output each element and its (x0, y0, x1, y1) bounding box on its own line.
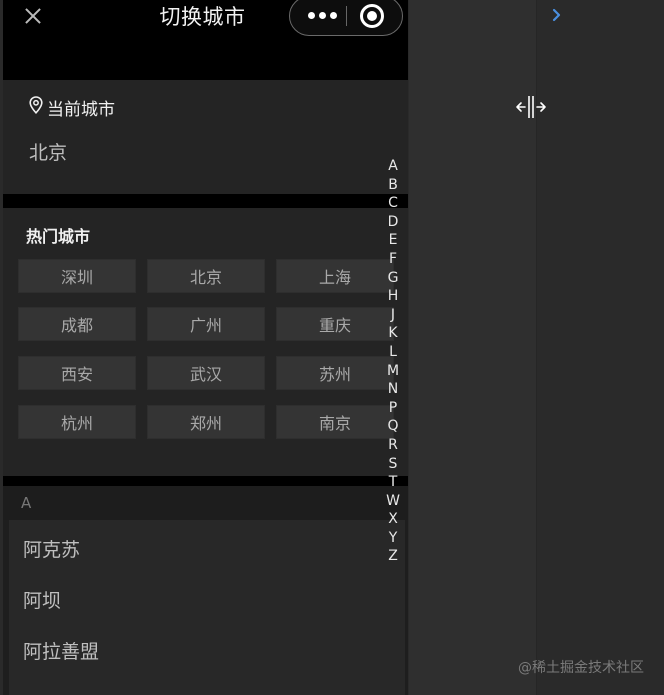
hot-city-button[interactable]: 上海 (276, 259, 394, 293)
list-item[interactable]: 阿克苏 (23, 535, 80, 562)
index-letter[interactable]: M (381, 362, 405, 381)
index-letter[interactable]: T (381, 473, 405, 492)
capsule-divider (346, 6, 347, 26)
hot-city-button[interactable]: 苏州 (276, 356, 394, 390)
hot-city-button[interactable]: 广州 (147, 307, 265, 341)
index-letter[interactable]: S (381, 455, 405, 474)
index-letter[interactable]: Y (381, 529, 405, 548)
index-letter[interactable]: D (381, 213, 405, 232)
mini-program-phone: 切换城市 当前城市 北京 热门城市 深圳 北京 上海 成都 广州 重庆 西安 武… (3, 0, 408, 695)
section-letter: A (21, 494, 32, 512)
index-letter[interactable]: W (381, 492, 405, 511)
hot-city-button[interactable]: 西安 (18, 356, 136, 390)
alphabet-index-bar: A B C D E F G H J K L M N P Q R S T W X … (381, 157, 405, 566)
chevron-right-icon[interactable] (550, 6, 564, 24)
resize-cursor-icon (516, 96, 546, 118)
hot-city-button[interactable]: 重庆 (276, 307, 394, 341)
hot-city-button[interactable]: 杭州 (18, 405, 136, 439)
current-city-value[interactable]: 北京 (29, 138, 67, 165)
devtools-side-panel (537, 0, 664, 695)
index-letter[interactable]: E (381, 231, 405, 250)
more-dots-icon[interactable] (308, 8, 338, 22)
index-letter[interactable]: Z (381, 547, 405, 566)
index-letter[interactable]: B (381, 176, 405, 195)
section-divider (3, 476, 408, 486)
capsule-menu (289, 0, 403, 36)
list-item[interactable]: 阿拉善盟 (23, 637, 99, 664)
hot-cities-heading: 热门城市 (26, 227, 91, 246)
location-pin-icon (29, 96, 43, 114)
hot-city-button[interactable]: 郑州 (147, 405, 265, 439)
index-letter[interactable]: F (381, 250, 405, 269)
index-letter[interactable]: N (381, 380, 405, 399)
watermark: @稀土掘金技术社区 (518, 660, 644, 676)
city-list: 阿克苏 阿坝 阿拉善盟 (9, 520, 405, 695)
home-target-icon[interactable] (360, 4, 384, 28)
hot-cities-section: 热门城市 深圳 北京 上海 成都 广州 重庆 西安 武汉 苏州 杭州 郑州 南京 (3, 208, 408, 476)
index-letter[interactable]: A (381, 157, 405, 176)
index-letter[interactable]: J (381, 306, 405, 325)
list-item[interactable]: 阿坝 (23, 586, 61, 613)
current-city-section: 当前城市 北京 (3, 80, 408, 194)
index-letter[interactable]: G (381, 269, 405, 288)
letter-section-header: A (3, 486, 408, 520)
index-letter[interactable]: X (381, 510, 405, 529)
current-city-heading: 当前城市 (47, 100, 115, 120)
hot-city-button[interactable]: 北京 (147, 259, 265, 293)
navigation-bar: 切换城市 (3, 0, 408, 80)
hot-city-button[interactable]: 武汉 (147, 356, 265, 390)
hot-city-button[interactable]: 南京 (276, 405, 394, 439)
index-letter[interactable]: Q (381, 417, 405, 436)
index-letter[interactable]: L (381, 343, 405, 362)
index-letter[interactable]: H (381, 287, 405, 306)
hot-city-button[interactable]: 深圳 (18, 259, 136, 293)
index-letter[interactable]: P (381, 399, 405, 418)
section-divider (3, 194, 408, 208)
index-letter[interactable]: C (381, 194, 405, 213)
hot-city-button[interactable]: 成都 (18, 307, 136, 341)
index-letter[interactable]: K (381, 324, 405, 343)
index-letter[interactable]: R (381, 436, 405, 455)
